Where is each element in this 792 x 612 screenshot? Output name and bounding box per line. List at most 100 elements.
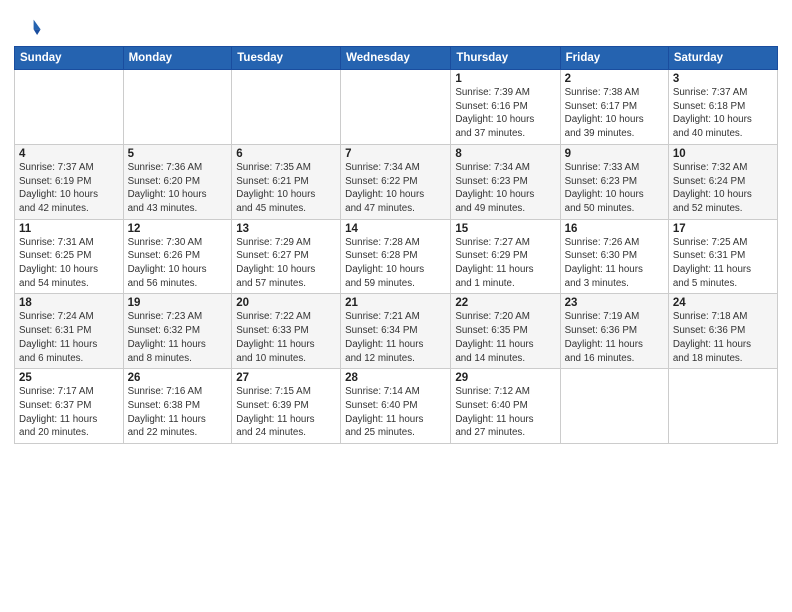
day-detail: Sunrise: 7:32 AM Sunset: 6:24 PM Dayligh…: [673, 161, 773, 216]
day-detail: Sunrise: 7:27 AM Sunset: 6:29 PM Dayligh…: [455, 236, 555, 291]
calendar-cell: 19Sunrise: 7:23 AM Sunset: 6:32 PM Dayli…: [123, 294, 232, 369]
day-number: 21: [345, 297, 446, 309]
day-number: 20: [236, 297, 336, 309]
calendar-cell: 22Sunrise: 7:20 AM Sunset: 6:35 PM Dayli…: [451, 294, 560, 369]
calendar-header-row: SundayMondayTuesdayWednesdayThursdayFrid…: [15, 47, 778, 70]
calendar-table: SundayMondayTuesdayWednesdayThursdayFrid…: [14, 46, 778, 444]
day-detail: Sunrise: 7:15 AM Sunset: 6:39 PM Dayligh…: [236, 385, 336, 440]
logo: [14, 14, 44, 42]
calendar-cell: 1Sunrise: 7:39 AM Sunset: 6:16 PM Daylig…: [451, 70, 560, 145]
col-header-monday: Monday: [123, 47, 232, 70]
day-number: 29: [455, 372, 555, 384]
day-detail: Sunrise: 7:36 AM Sunset: 6:20 PM Dayligh…: [128, 161, 228, 216]
day-number: 16: [565, 223, 664, 235]
col-header-tuesday: Tuesday: [232, 47, 341, 70]
day-detail: Sunrise: 7:37 AM Sunset: 6:18 PM Dayligh…: [673, 86, 773, 141]
calendar-cell: 17Sunrise: 7:25 AM Sunset: 6:31 PM Dayli…: [668, 219, 777, 294]
day-number: 25: [19, 372, 119, 384]
day-detail: Sunrise: 7:17 AM Sunset: 6:37 PM Dayligh…: [19, 385, 119, 440]
day-number: 24: [673, 297, 773, 309]
day-number: 23: [565, 297, 664, 309]
day-number: 10: [673, 148, 773, 160]
day-number: 7: [345, 148, 446, 160]
day-detail: Sunrise: 7:21 AM Sunset: 6:34 PM Dayligh…: [345, 310, 446, 365]
calendar-cell: 11Sunrise: 7:31 AM Sunset: 6:25 PM Dayli…: [15, 219, 124, 294]
calendar-cell: 3Sunrise: 7:37 AM Sunset: 6:18 PM Daylig…: [668, 70, 777, 145]
day-number: 11: [19, 223, 119, 235]
calendar-cell: 8Sunrise: 7:34 AM Sunset: 6:23 PM Daylig…: [451, 144, 560, 219]
day-detail: Sunrise: 7:31 AM Sunset: 6:25 PM Dayligh…: [19, 236, 119, 291]
day-number: 12: [128, 223, 228, 235]
calendar-cell: 25Sunrise: 7:17 AM Sunset: 6:37 PM Dayli…: [15, 369, 124, 444]
header: [14, 10, 778, 42]
day-number: 26: [128, 372, 228, 384]
day-number: 15: [455, 223, 555, 235]
day-detail: Sunrise: 7:35 AM Sunset: 6:21 PM Dayligh…: [236, 161, 336, 216]
calendar-cell: 7Sunrise: 7:34 AM Sunset: 6:22 PM Daylig…: [341, 144, 451, 219]
calendar-cell: [15, 70, 124, 145]
day-detail: Sunrise: 7:16 AM Sunset: 6:38 PM Dayligh…: [128, 385, 228, 440]
col-header-friday: Friday: [560, 47, 668, 70]
day-detail: Sunrise: 7:38 AM Sunset: 6:17 PM Dayligh…: [565, 86, 664, 141]
calendar-cell: 26Sunrise: 7:16 AM Sunset: 6:38 PM Dayli…: [123, 369, 232, 444]
day-number: 28: [345, 372, 446, 384]
day-number: 17: [673, 223, 773, 235]
calendar-cell: 6Sunrise: 7:35 AM Sunset: 6:21 PM Daylig…: [232, 144, 341, 219]
day-detail: Sunrise: 7:34 AM Sunset: 6:23 PM Dayligh…: [455, 161, 555, 216]
day-detail: Sunrise: 7:33 AM Sunset: 6:23 PM Dayligh…: [565, 161, 664, 216]
calendar-cell: 9Sunrise: 7:33 AM Sunset: 6:23 PM Daylig…: [560, 144, 668, 219]
day-number: 14: [345, 223, 446, 235]
calendar-cell: 29Sunrise: 7:12 AM Sunset: 6:40 PM Dayli…: [451, 369, 560, 444]
day-detail: Sunrise: 7:19 AM Sunset: 6:36 PM Dayligh…: [565, 310, 664, 365]
col-header-saturday: Saturday: [668, 47, 777, 70]
calendar-cell: 12Sunrise: 7:30 AM Sunset: 6:26 PM Dayli…: [123, 219, 232, 294]
day-detail: Sunrise: 7:29 AM Sunset: 6:27 PM Dayligh…: [236, 236, 336, 291]
day-number: 6: [236, 148, 336, 160]
calendar-cell: 21Sunrise: 7:21 AM Sunset: 6:34 PM Dayli…: [341, 294, 451, 369]
calendar-week-1: 1Sunrise: 7:39 AM Sunset: 6:16 PM Daylig…: [15, 70, 778, 145]
day-number: 5: [128, 148, 228, 160]
day-detail: Sunrise: 7:37 AM Sunset: 6:19 PM Dayligh…: [19, 161, 119, 216]
calendar-week-2: 4Sunrise: 7:37 AM Sunset: 6:19 PM Daylig…: [15, 144, 778, 219]
day-detail: Sunrise: 7:22 AM Sunset: 6:33 PM Dayligh…: [236, 310, 336, 365]
day-detail: Sunrise: 7:12 AM Sunset: 6:40 PM Dayligh…: [455, 385, 555, 440]
day-detail: Sunrise: 7:25 AM Sunset: 6:31 PM Dayligh…: [673, 236, 773, 291]
calendar-cell: 10Sunrise: 7:32 AM Sunset: 6:24 PM Dayli…: [668, 144, 777, 219]
day-number: 1: [455, 73, 555, 85]
calendar-cell: [668, 369, 777, 444]
day-number: 22: [455, 297, 555, 309]
calendar-cell: 14Sunrise: 7:28 AM Sunset: 6:28 PM Dayli…: [341, 219, 451, 294]
calendar-cell: 16Sunrise: 7:26 AM Sunset: 6:30 PM Dayli…: [560, 219, 668, 294]
day-detail: Sunrise: 7:14 AM Sunset: 6:40 PM Dayligh…: [345, 385, 446, 440]
day-number: 13: [236, 223, 336, 235]
calendar-cell: 15Sunrise: 7:27 AM Sunset: 6:29 PM Dayli…: [451, 219, 560, 294]
day-number: 9: [565, 148, 664, 160]
day-detail: Sunrise: 7:20 AM Sunset: 6:35 PM Dayligh…: [455, 310, 555, 365]
page: SundayMondayTuesdayWednesdayThursdayFrid…: [0, 0, 792, 612]
calendar-week-4: 18Sunrise: 7:24 AM Sunset: 6:31 PM Dayli…: [15, 294, 778, 369]
calendar-week-3: 11Sunrise: 7:31 AM Sunset: 6:25 PM Dayli…: [15, 219, 778, 294]
day-number: 3: [673, 73, 773, 85]
day-detail: Sunrise: 7:18 AM Sunset: 6:36 PM Dayligh…: [673, 310, 773, 365]
day-number: 2: [565, 73, 664, 85]
calendar-cell: [123, 70, 232, 145]
day-number: 4: [19, 148, 119, 160]
calendar-cell: 24Sunrise: 7:18 AM Sunset: 6:36 PM Dayli…: [668, 294, 777, 369]
day-detail: Sunrise: 7:34 AM Sunset: 6:22 PM Dayligh…: [345, 161, 446, 216]
calendar-cell: [232, 70, 341, 145]
calendar-cell: 18Sunrise: 7:24 AM Sunset: 6:31 PM Dayli…: [15, 294, 124, 369]
calendar-cell: 20Sunrise: 7:22 AM Sunset: 6:33 PM Dayli…: [232, 294, 341, 369]
calendar-cell: 13Sunrise: 7:29 AM Sunset: 6:27 PM Dayli…: [232, 219, 341, 294]
calendar-cell: 28Sunrise: 7:14 AM Sunset: 6:40 PM Dayli…: [341, 369, 451, 444]
col-header-thursday: Thursday: [451, 47, 560, 70]
calendar-week-5: 25Sunrise: 7:17 AM Sunset: 6:37 PM Dayli…: [15, 369, 778, 444]
calendar-cell: 4Sunrise: 7:37 AM Sunset: 6:19 PM Daylig…: [15, 144, 124, 219]
day-detail: Sunrise: 7:39 AM Sunset: 6:16 PM Dayligh…: [455, 86, 555, 141]
day-number: 27: [236, 372, 336, 384]
day-number: 8: [455, 148, 555, 160]
day-number: 18: [19, 297, 119, 309]
calendar-cell: 23Sunrise: 7:19 AM Sunset: 6:36 PM Dayli…: [560, 294, 668, 369]
calendar-cell: 5Sunrise: 7:36 AM Sunset: 6:20 PM Daylig…: [123, 144, 232, 219]
day-detail: Sunrise: 7:24 AM Sunset: 6:31 PM Dayligh…: [19, 310, 119, 365]
calendar-cell: 27Sunrise: 7:15 AM Sunset: 6:39 PM Dayli…: [232, 369, 341, 444]
